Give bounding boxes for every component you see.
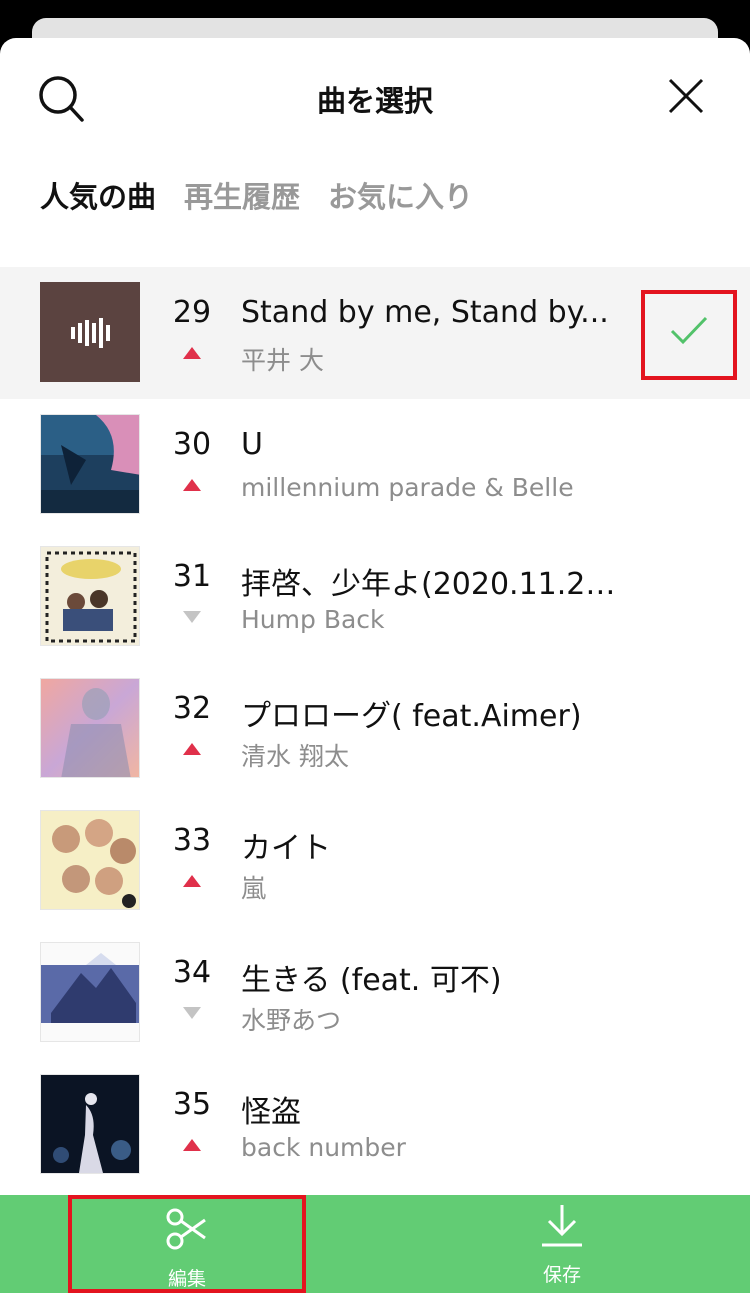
album-art [40,414,140,514]
song-title: カイト [241,831,331,866]
rank-number: 35 [172,1087,212,1122]
close-button[interactable] [664,74,708,118]
song-row[interactable]: 35 怪盗 back number [0,1059,750,1191]
rank-number: 32 [172,691,212,726]
rank-number: 31 [172,559,212,594]
song-title: U [241,427,263,462]
artist-name: Hump Back [241,605,385,634]
song-title: Stand by me, Stand by... [241,295,609,330]
artist-name: 水野あつ [241,1006,342,1035]
song-title: 生きる (feat. 可不) [241,963,502,998]
artist-name: 清水 翔太 [241,742,349,771]
artist-name: 平井 大 [241,346,324,375]
song-row[interactable]: 31 拝啓、少年よ(2020.11.23 Liv... Hump Back [0,531,750,663]
song-title: 怪盗 [241,1095,301,1130]
save-button[interactable]: 保存 [440,1195,684,1293]
trend-up-icon [183,743,201,755]
song-row[interactable]: 29 Stand by me, Stand by... 平井 大 [0,267,750,399]
trend-up-icon [183,875,201,887]
album-art [40,282,140,382]
album-art [40,678,140,778]
scissors-icon [166,1208,206,1250]
rank-number: 34 [172,955,212,990]
tab-bar: 人気の曲 再生履歴 お気に入り [40,174,473,216]
check-icon [670,316,708,345]
artist-name: back number [241,1133,406,1162]
song-row[interactable]: 33 カイト 嵐 [0,795,750,927]
tab-history[interactable]: 再生履歴 [184,174,300,216]
song-row[interactable]: 34 生きる (feat. 可不) 水野あつ [0,927,750,1059]
page-title: 曲を選択 [316,84,433,118]
tab-favorites[interactable]: お気に入り [328,174,473,216]
album-art [40,942,140,1042]
save-label: 保存 [542,1264,581,1286]
rank-number: 33 [172,823,212,858]
download-icon [542,1205,582,1247]
trend-up-icon [183,347,201,359]
trend-up-icon [183,1139,201,1151]
tab-popular[interactable]: 人気の曲 [40,174,156,216]
album-art [40,810,140,910]
album-art [40,1074,140,1174]
header: 曲を選択 [0,38,750,158]
trend-up-icon [183,479,201,491]
song-title: 拝啓、少年よ(2020.11.23 Liv... [241,567,621,602]
edit-button[interactable]: 編集 [68,1195,306,1293]
rank-number: 29 [172,295,212,330]
close-icon [668,78,704,114]
bottom-action-bar: 編集 保存 [0,1195,750,1293]
artist-name: 嵐 [241,874,267,903]
selected-check-highlight[interactable] [641,290,737,380]
song-row[interactable]: 32 プロローグ( feat.Aimer) 清水 翔太 [0,663,750,795]
artist-name: millennium parade & Belle [241,473,574,502]
trend-down-icon [183,611,201,623]
song-row[interactable]: 30 U millennium parade & Belle [0,399,750,531]
trend-down-icon [183,1007,201,1019]
edit-label: 編集 [167,1268,206,1290]
song-title: プロローグ( feat.Aimer) [241,699,582,734]
song-list: 29 Stand by me, Stand by... 平井 大 30 U mi… [0,267,750,1191]
song-picker-sheet: 曲を選択 人気の曲 再生履歴 お気に入り 29 Stand by me, Sta… [0,38,750,1293]
album-art [40,546,140,646]
rank-number: 30 [172,427,212,462]
